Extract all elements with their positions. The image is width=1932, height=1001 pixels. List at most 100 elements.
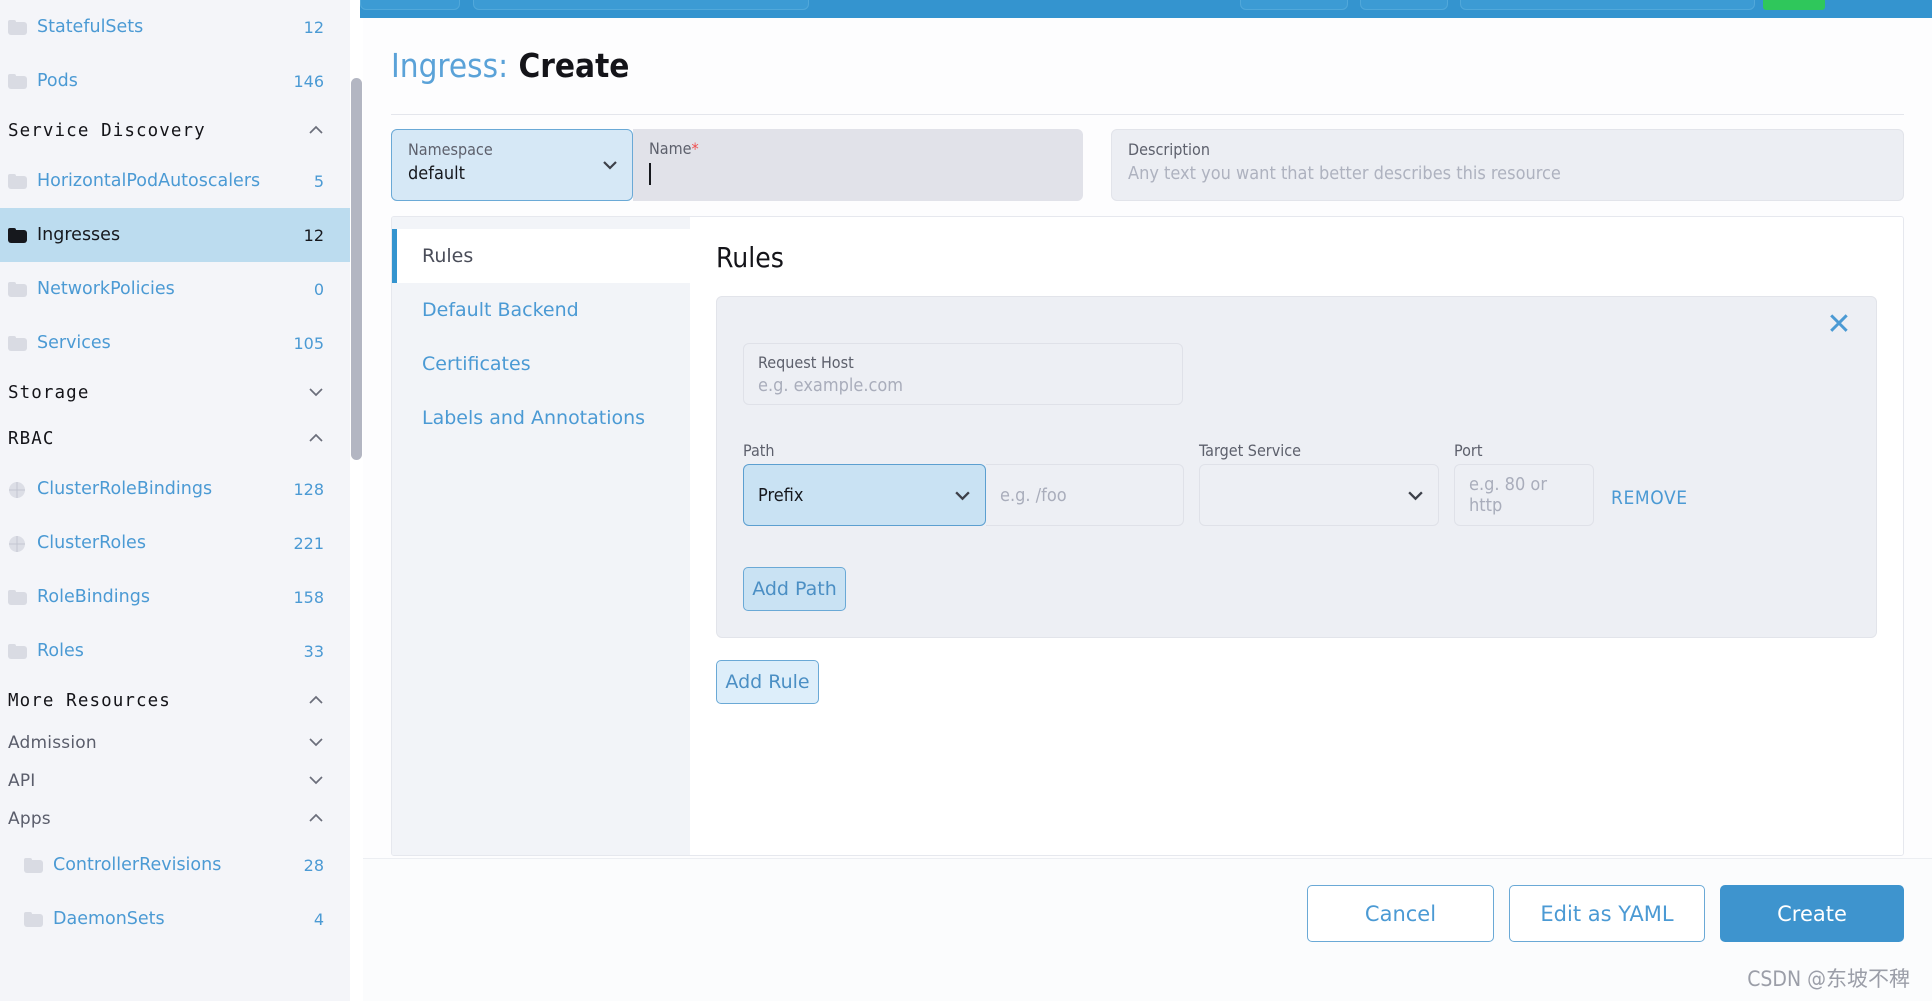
sidebar-item-count: 12 xyxy=(303,17,324,37)
sidebar-item-ingresses[interactable]: Ingresses 12 xyxy=(0,208,350,262)
tab-rules[interactable]: Rules xyxy=(392,229,690,283)
sidebar-group-rbac[interactable]: RBAC xyxy=(0,416,350,462)
footer-actions: Cancel Edit as YAML Create xyxy=(1307,885,1904,942)
sidebar-item-label: DaemonSets xyxy=(53,909,165,929)
tab-default-backend[interactable]: Default Backend xyxy=(392,283,690,337)
request-host-field[interactable]: Request Host e.g. example.com xyxy=(743,343,1183,405)
tab-labels-annotations[interactable]: Labels and Annotations xyxy=(392,391,690,445)
sidebar-item-label: Ingresses xyxy=(37,225,121,245)
sidebar-item-rolebindings[interactable]: RoleBindings 158 xyxy=(0,570,350,624)
description-field[interactable]: Description Any text you want that bette… xyxy=(1111,129,1904,201)
name-field[interactable]: Name* xyxy=(633,129,1083,201)
sidebar-item-label: NetworkPolicies xyxy=(37,279,175,299)
folder-icon xyxy=(8,73,27,89)
tab-label: Rules xyxy=(422,245,474,267)
path-value-input[interactable]: e.g. /foo xyxy=(986,464,1184,526)
sidebar-item-networkpolicies[interactable]: NetworkPolicies 0 xyxy=(0,262,350,316)
folder-icon xyxy=(8,19,27,35)
remove-path-button[interactable]: REMOVE xyxy=(1611,487,1688,509)
add-path-button[interactable]: Add Path xyxy=(743,567,846,611)
target-service-select[interactable] xyxy=(1199,464,1439,526)
chevron-down-icon xyxy=(308,737,324,750)
page-title: Ingress: Create xyxy=(391,46,1932,85)
sidebar-group-service-discovery[interactable]: Service Discovery xyxy=(0,108,350,154)
rule-block: ✕ Request Host e.g. example.com Path Tar… xyxy=(716,296,1877,638)
sidebar-group-storage[interactable]: Storage xyxy=(0,370,350,416)
sidebar-item-clusterrolebindings[interactable]: ClusterRoleBindings 128 xyxy=(0,462,350,516)
topbar-pill-0[interactable] xyxy=(360,0,460,10)
tab-label: Certificates xyxy=(422,353,531,375)
sidebar-group-apps[interactable]: Apps xyxy=(0,800,350,838)
cancel-button[interactable]: Cancel xyxy=(1307,885,1494,942)
chevron-down-icon xyxy=(954,487,971,504)
namespace-value: default xyxy=(408,163,465,184)
close-icon[interactable]: ✕ xyxy=(1824,310,1854,341)
folder-icon xyxy=(8,281,27,297)
tab-label: Labels and Annotations xyxy=(422,407,646,429)
sidebar-nav: StatefulSets 12 Pods 146 Service Discovery Ho… xyxy=(0,0,350,946)
path-row: Path Target Service Port Prefix e.g. /fo… xyxy=(743,441,1850,553)
description-placeholder: Any text you want that better describes … xyxy=(1128,163,1561,184)
sidebar-group-label: More Resources xyxy=(8,691,171,711)
rules-panel: Rules ✕ Request Host e.g. example.com Pa… xyxy=(690,217,1903,855)
sidebar-group-label: RBAC xyxy=(8,429,55,449)
sidebar-item-label: ControllerRevisions xyxy=(53,855,222,875)
chevron-down-icon xyxy=(602,157,618,173)
port-input[interactable]: e.g. 80 or http xyxy=(1454,464,1594,526)
topbar-pill-5[interactable] xyxy=(1763,0,1825,10)
folder-icon xyxy=(24,911,43,927)
sidebar-item-count: 128 xyxy=(293,479,324,499)
chevron-down-icon xyxy=(308,387,324,400)
sidebar-item-label: ClusterRoles xyxy=(37,533,146,553)
sidebar-group-admission[interactable]: Admission xyxy=(0,724,350,762)
sidebar-group-label: API xyxy=(8,771,36,791)
chevron-up-icon xyxy=(308,813,324,826)
title-divider xyxy=(391,114,1904,115)
sidebar-item-count: 158 xyxy=(293,587,324,607)
sidebar-group-api[interactable]: API xyxy=(0,762,350,800)
chevron-down-icon xyxy=(308,775,324,788)
sidebar: StatefulSets 12 Pods 146 Service Discovery Ho… xyxy=(0,0,350,1001)
page-title-main: Create xyxy=(518,46,630,85)
sidebar-scrollbar[interactable] xyxy=(351,78,362,460)
topbar-pill-2[interactable] xyxy=(1240,0,1348,10)
folder-icon xyxy=(8,643,27,659)
sidebar-item-roles[interactable]: Roles 33 xyxy=(0,624,350,678)
description-label: Description xyxy=(1128,140,1210,159)
sidebar-group-label: Storage xyxy=(8,383,90,403)
sidebar-group-more-resources[interactable]: More Resources xyxy=(0,678,350,724)
create-button[interactable]: Create xyxy=(1720,885,1904,942)
target-service-column-label: Target Service xyxy=(1199,441,1302,460)
edit-as-yaml-button[interactable]: Edit as YAML xyxy=(1509,885,1705,942)
chevron-up-icon xyxy=(308,433,324,446)
path-type-select[interactable]: Prefix xyxy=(743,464,986,526)
add-rule-button[interactable]: Add Rule xyxy=(716,660,819,704)
tab-certificates[interactable]: Certificates xyxy=(392,337,690,391)
path-column-label: Path xyxy=(743,441,775,460)
namespace-label: Namespace xyxy=(408,140,493,159)
sidebar-item-daemonsets[interactable]: DaemonSets 4 xyxy=(0,892,350,946)
sidebar-item-count: 146 xyxy=(293,71,324,91)
path-value-placeholder: e.g. /foo xyxy=(1000,484,1067,506)
form-footer: Cancel Edit as YAML Create CSDN @东坡不稗 xyxy=(363,858,1932,1001)
required-marker: * xyxy=(691,139,699,158)
card-tab-list: Rules Default Backend Certificates Labels a… xyxy=(392,217,690,855)
folder-icon xyxy=(8,227,27,243)
sidebar-item-clusterroles[interactable]: ClusterRoles 221 xyxy=(0,516,350,570)
sidebar-item-count: 33 xyxy=(303,641,324,661)
sidebar-item-statefulsets[interactable]: StatefulSets 12 xyxy=(0,0,350,54)
sidebar-item-horizontalpodautoscalers[interactable]: HorizontalPodAutoscalers 5 xyxy=(0,154,350,208)
name-label: Name* xyxy=(649,139,699,158)
topbar-pill-4[interactable] xyxy=(1460,0,1755,10)
sidebar-item-count: 0 xyxy=(313,279,324,299)
sidebar-item-services[interactable]: Services 105 xyxy=(0,316,350,370)
main-content: Ingress: Create Namespace default Name* … xyxy=(363,18,1932,1001)
topbar-pill-1[interactable] xyxy=(473,0,809,10)
topbar-pill-3[interactable] xyxy=(1360,0,1448,10)
namespace-select[interactable]: Namespace default xyxy=(391,129,633,201)
sidebar-item-pods[interactable]: Pods 146 xyxy=(0,54,350,108)
chevron-up-icon xyxy=(308,695,324,708)
sidebar-item-controllerrevisions[interactable]: ControllerRevisions 28 xyxy=(0,838,350,892)
request-host-placeholder: e.g. example.com xyxy=(758,375,904,396)
sidebar-item-label: ClusterRoleBindings xyxy=(37,479,213,499)
